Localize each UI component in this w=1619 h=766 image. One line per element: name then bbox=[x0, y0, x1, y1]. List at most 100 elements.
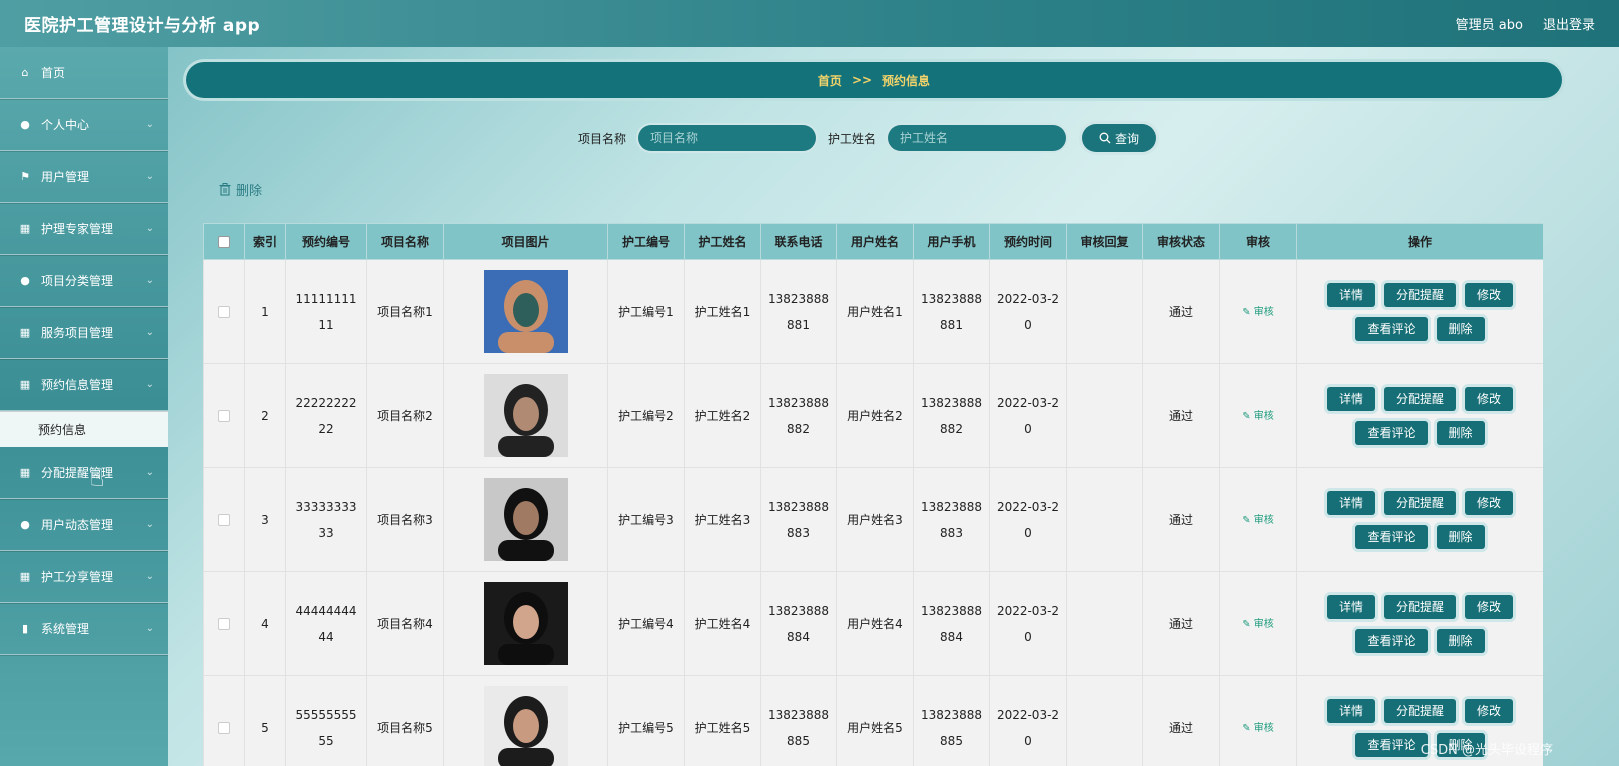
audit-link[interactable]: ✎ 审核 bbox=[1242, 619, 1274, 630]
sidebar-item-label: 项目分类管理 bbox=[41, 274, 114, 288]
sidebar-item[interactable]: ▦ 护工分享管理 ⌄ bbox=[0, 551, 168, 603]
cell-user-phone: 13823888884 bbox=[913, 571, 990, 676]
delete-button[interactable]: 删除 bbox=[1436, 420, 1485, 445]
user-icon: ● bbox=[20, 518, 30, 531]
batch-delete-button[interactable]: 删除 bbox=[219, 180, 262, 199]
row-checkbox[interactable] bbox=[218, 410, 230, 422]
pin-icon: ● bbox=[20, 274, 30, 287]
chevron-down-icon: ⌄ bbox=[145, 171, 154, 182]
row-checkbox[interactable] bbox=[218, 618, 230, 630]
row-checkbox[interactable] bbox=[218, 306, 230, 318]
audit-link[interactable]: ✎ 审核 bbox=[1242, 515, 1274, 526]
column-header: 审核 bbox=[1219, 223, 1297, 260]
cell-time: 2022-03-20 bbox=[989, 675, 1067, 766]
assign-reminder-button[interactable]: 分配提醒 bbox=[1383, 282, 1456, 307]
logout-link[interactable]: 退出登录 bbox=[1543, 14, 1595, 33]
table-row[interactable]: 2 2222222222 项目名称2 护工编号2 护工姓名2 13823888882 用户姓… bbox=[203, 363, 1543, 468]
details-button[interactable]: 详情 bbox=[1326, 282, 1375, 307]
audit-link[interactable]: ✎ 审核 bbox=[1242, 723, 1274, 734]
sidebar-item[interactable]: ▦ 预约信息管理 ⌄ bbox=[0, 359, 168, 411]
column-header: 索引 bbox=[244, 223, 286, 260]
project-image[interactable] bbox=[483, 686, 568, 766]
row-select-cell bbox=[203, 363, 245, 468]
select-all-checkbox[interactable] bbox=[218, 236, 230, 248]
sidebar-item[interactable]: ⌂ 首页 bbox=[0, 47, 168, 99]
search-bar: 项目名称 护工姓名 查询 bbox=[578, 123, 1157, 153]
view-comments-button[interactable]: 查看评论 bbox=[1355, 732, 1428, 757]
chevron-down-icon: ⌄ bbox=[145, 275, 154, 286]
sidebar-item[interactable]: ▦ 服务项目管理 ⌄ bbox=[0, 307, 168, 359]
assign-reminder-button[interactable]: 分配提醒 bbox=[1383, 594, 1456, 619]
cell-reply bbox=[1066, 363, 1143, 468]
cell-phone: 13823888882 bbox=[760, 363, 837, 468]
project-image[interactable] bbox=[483, 478, 568, 561]
sidebar-item[interactable]: ● 项目分类管理 ⌄ bbox=[0, 255, 168, 307]
row-actions: 详情 分配提醒 修改查看评论 删除 bbox=[1315, 282, 1525, 341]
operations-cell: 详情 分配提醒 修改查看评论 删除 bbox=[1296, 467, 1543, 572]
table-row[interactable]: 3 3333333333 项目名称3 护工编号3 护工姓名3 13823888883 用户姓… bbox=[203, 467, 1543, 572]
project-image-cell bbox=[443, 363, 608, 468]
project-image[interactable] bbox=[483, 582, 568, 665]
delete-button[interactable]: 删除 bbox=[1436, 628, 1485, 653]
details-button[interactable]: 详情 bbox=[1326, 594, 1375, 619]
edit-button[interactable]: 修改 bbox=[1465, 386, 1514, 411]
sidebar-item[interactable]: ⚑ 用户管理 ⌄ bbox=[0, 151, 168, 203]
breadcrumb-home[interactable]: 首页 bbox=[818, 72, 842, 89]
row-checkbox[interactable] bbox=[218, 722, 230, 734]
view-comments-button[interactable]: 查看评论 bbox=[1355, 628, 1428, 653]
cell-phone: 13823888883 bbox=[760, 467, 837, 572]
project-name-label: 项目名称 bbox=[578, 131, 627, 146]
grid-icon: ▦ bbox=[19, 378, 31, 391]
project-image[interactable] bbox=[483, 270, 568, 353]
cell-nurse-no: 护工编号3 bbox=[607, 467, 685, 572]
delete-button[interactable]: 删除 bbox=[1436, 316, 1485, 341]
cell-reply bbox=[1066, 259, 1143, 364]
hand-cursor-icon: ☝ bbox=[90, 464, 105, 492]
chevron-down-icon: ⌄ bbox=[145, 467, 154, 478]
sidebar-item[interactable]: ▦ 分配提醒管理 ⌄ bbox=[0, 447, 168, 499]
row-actions: 详情 分配提醒 修改查看评论 删除 bbox=[1315, 490, 1525, 549]
sidebar-item[interactable]: ● 用户动态管理 ⌄ bbox=[0, 499, 168, 551]
view-comments-button[interactable]: 查看评论 bbox=[1355, 420, 1428, 445]
table-row[interactable]: 4 4444444444 项目名称4 护工编号4 护工姓名4 13823888884 用户姓… bbox=[203, 571, 1543, 676]
assign-reminder-button[interactable]: 分配提醒 bbox=[1383, 490, 1456, 515]
row-checkbox[interactable] bbox=[218, 514, 230, 526]
sidebar-subitem-booking-info[interactable]: 预约信息 bbox=[0, 411, 168, 447]
details-button[interactable]: 详情 bbox=[1326, 698, 1375, 723]
sidebar-item[interactable]: ● 个人中心 ⌄ bbox=[0, 99, 168, 151]
project-image[interactable] bbox=[483, 374, 568, 457]
audit-link[interactable]: ✎ 审核 bbox=[1242, 307, 1274, 318]
view-comments-button[interactable]: 查看评论 bbox=[1355, 524, 1428, 549]
search-icon bbox=[1099, 132, 1111, 144]
admin-user-label[interactable]: 管理员 abo bbox=[1456, 14, 1523, 33]
search-button[interactable]: 查询 bbox=[1082, 124, 1157, 152]
audit-cell: ✎ 审核 bbox=[1219, 259, 1297, 364]
chevron-down-icon: ⌄ bbox=[145, 379, 154, 390]
cell-user-name: 用户姓名5 bbox=[836, 675, 914, 766]
cell-nurse-name: 护工姓名4 bbox=[684, 571, 761, 676]
edit-button[interactable]: 修改 bbox=[1465, 698, 1514, 723]
edit-button[interactable]: 修改 bbox=[1465, 594, 1514, 619]
edit-button[interactable]: 修改 bbox=[1465, 490, 1514, 515]
edit-icon: ✎ bbox=[1242, 410, 1254, 422]
delete-button[interactable]: 删除 bbox=[1436, 524, 1485, 549]
breadcrumb-current: 预约信息 bbox=[882, 73, 931, 88]
view-comments-button[interactable]: 查看评论 bbox=[1355, 316, 1428, 341]
nurse-name-input[interactable] bbox=[888, 125, 1067, 151]
details-button[interactable]: 详情 bbox=[1326, 490, 1375, 515]
table-row[interactable]: 5 5555555555 项目名称5 护工编号5 护工姓名5 13823888885 用户姓… bbox=[203, 675, 1543, 766]
sidebar-item[interactable]: ▮ 系统管理 ⌄ bbox=[0, 603, 168, 655]
table-row[interactable]: 1 1111111111 项目名称1 护工编号1 护工姓名1 13823888881 用户姓… bbox=[203, 259, 1543, 364]
details-button[interactable]: 详情 bbox=[1326, 386, 1375, 411]
column-header: 用户姓名 bbox=[836, 223, 914, 260]
audit-cell: ✎ 审核 bbox=[1219, 467, 1297, 572]
project-name-input[interactable] bbox=[638, 125, 817, 151]
cell-index: 5 bbox=[244, 675, 286, 766]
audit-link[interactable]: ✎ 审核 bbox=[1242, 411, 1274, 422]
cell-booking-no: 4444444444 bbox=[285, 571, 367, 676]
row-select-cell bbox=[203, 467, 245, 572]
sidebar-item[interactable]: ▦ 护理专家管理 ⌄ bbox=[0, 203, 168, 255]
edit-button[interactable]: 修改 bbox=[1465, 282, 1514, 307]
assign-reminder-button[interactable]: 分配提醒 bbox=[1383, 698, 1456, 723]
assign-reminder-button[interactable]: 分配提醒 bbox=[1383, 386, 1456, 411]
